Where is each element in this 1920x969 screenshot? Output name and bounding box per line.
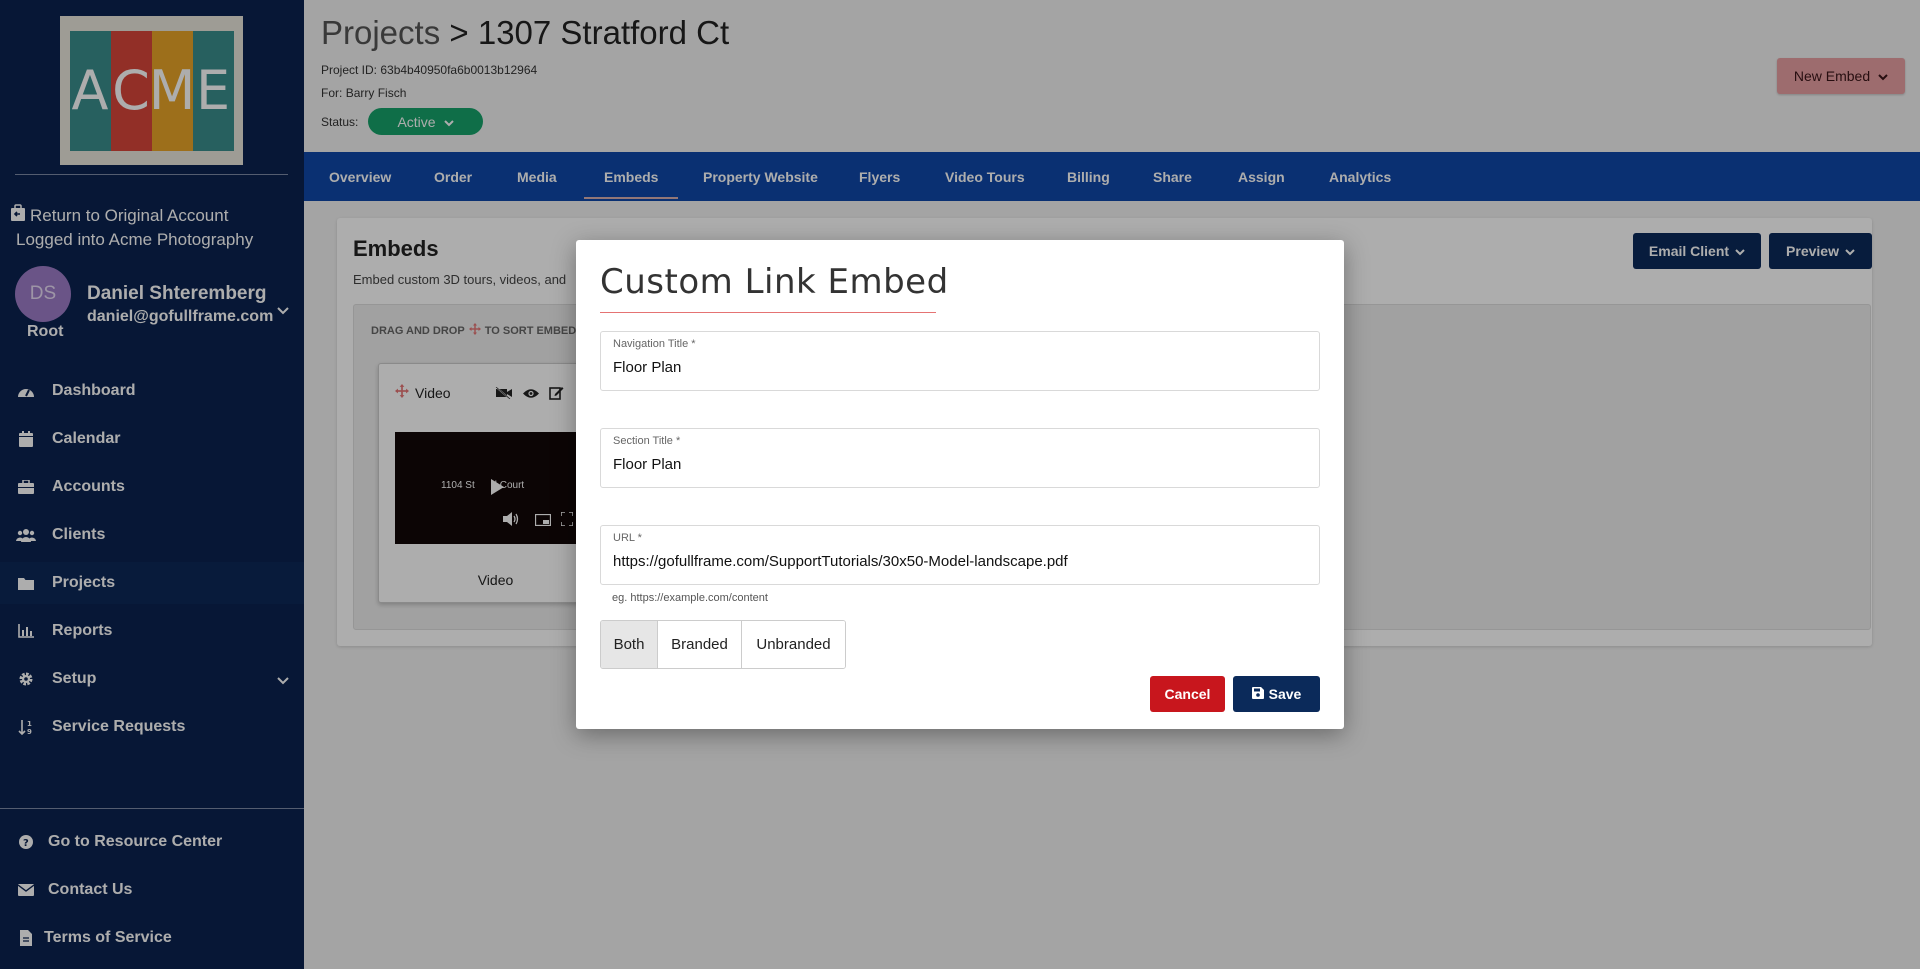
url-input[interactable] [613,553,1309,570]
save-label: Save [1268,686,1302,702]
cancel-button[interactable]: Cancel [1150,676,1225,712]
navigation-title-field[interactable]: Navigation Title * [600,331,1320,391]
save-icon [1251,686,1264,702]
segment-both[interactable]: Both [601,621,658,668]
section-title-label: Section Title * [613,435,681,447]
dialog-title: Custom Link Embed [600,262,949,302]
navigation-title-input[interactable] [613,359,1309,376]
segment-branded[interactable]: Branded [658,621,742,668]
save-button[interactable]: Save [1233,676,1320,712]
section-title-field[interactable]: Section Title * [600,428,1320,488]
url-field[interactable]: URL * [600,525,1320,585]
url-hint: eg. https://example.com/content [612,592,768,604]
branding-toggle-group: Both Branded Unbranded [600,620,846,669]
navigation-title-label: Navigation Title * [613,338,696,350]
url-label: URL * [613,532,642,544]
custom-link-embed-dialog: Custom Link Embed Navigation Title * Sec… [576,240,1344,729]
dialog-title-underline [600,312,936,313]
section-title-input[interactable] [613,456,1309,473]
segment-unbranded[interactable]: Unbranded [742,621,845,668]
